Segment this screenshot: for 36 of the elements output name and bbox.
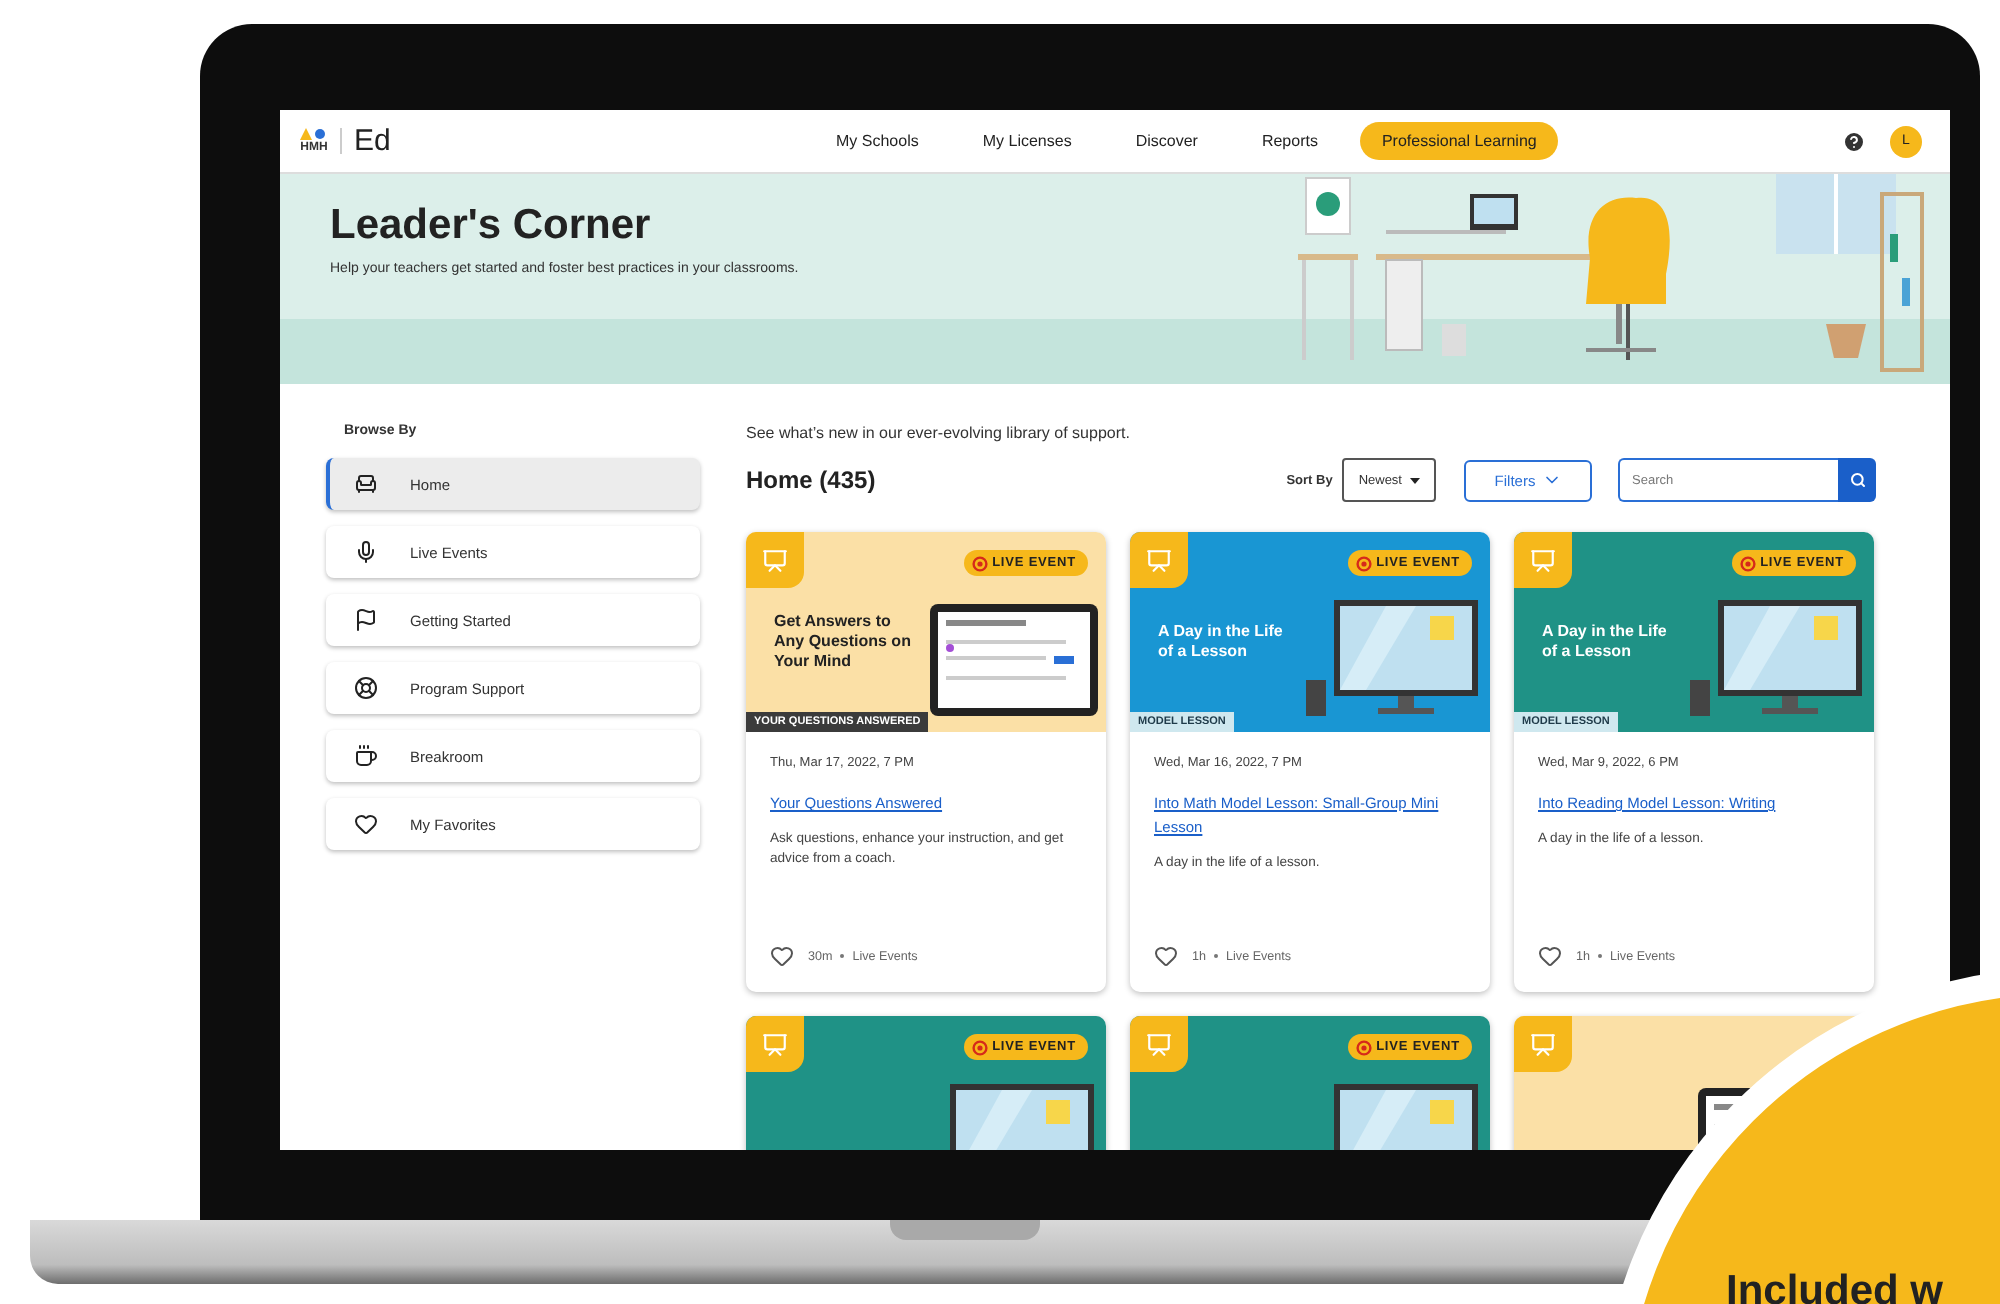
heart-icon[interactable] [770, 944, 794, 968]
microphone-icon [354, 540, 378, 564]
separator-dot [840, 954, 845, 958]
promo-text: Included w [1726, 1268, 1946, 1304]
nav-link[interactable]: Professional Learning [1359, 122, 1559, 160]
lifebuoy-icon [354, 676, 378, 700]
nav-link[interactable]: Discover [1113, 122, 1220, 160]
card-headline: A Day in the Life of a Lesson [1542, 622, 1669, 662]
section-heading: Home (435) [746, 466, 878, 494]
nav-link[interactable]: My Licenses [960, 122, 1094, 160]
card-headline: Get Answers to Any Questions on Your Mind [774, 612, 913, 672]
search-button[interactable] [1838, 458, 1876, 502]
heart-icon[interactable] [1538, 944, 1562, 968]
presentation-badge-icon [1130, 532, 1188, 588]
search-icon [1849, 472, 1865, 488]
presentation-badge-icon [746, 532, 804, 588]
presentation-badge-icon [1514, 532, 1572, 588]
flag-icon [354, 608, 378, 632]
separator-dot [1598, 954, 1603, 958]
caret-icon [1410, 477, 1420, 483]
heart-icon [354, 812, 378, 836]
intro-text: See what’s new in our ever-evolving library of support. [746, 424, 1132, 442]
armchair-icon [354, 472, 378, 496]
presentation-badge-icon [1130, 1016, 1188, 1072]
event-card[interactable] [746, 532, 1106, 992]
separator-dot [1214, 954, 1219, 958]
cup-icon [354, 744, 378, 768]
page-title: Leader's Corner [330, 202, 651, 250]
card-headline: A Day in the Life of a Lesson [1158, 622, 1285, 662]
help-icon[interactable] [1842, 129, 1866, 153]
heart-icon[interactable] [1154, 944, 1178, 968]
presentation-badge-icon [1514, 1016, 1572, 1072]
nav-link[interactable]: Reports [1239, 122, 1340, 160]
presentation-badge-icon [746, 1016, 804, 1072]
product-name: Ed [354, 124, 391, 158]
nav-link[interactable]: My Schools [814, 122, 941, 160]
